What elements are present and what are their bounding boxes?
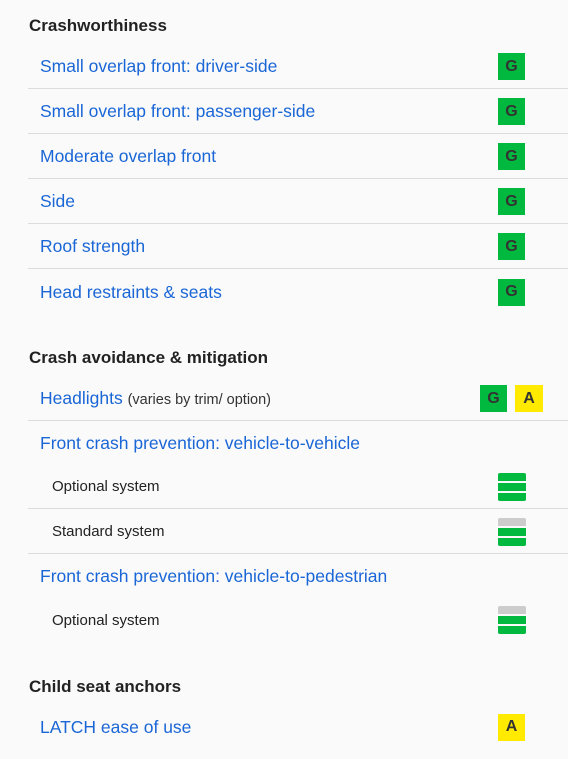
rating-row: Side G — [28, 180, 568, 224]
system-row: Optional system — [28, 465, 568, 509]
rating-row: Small overlap front: passenger-side G — [28, 90, 568, 134]
system-label: Optional system — [52, 478, 160, 495]
system-label: Optional system — [52, 611, 160, 629]
system-row: Optional system — [28, 598, 568, 642]
test-link[interactable]: Roof strength — [40, 236, 498, 257]
system-row: Standard system — [28, 510, 568, 554]
rating-row: Front crash prevention: vehicle-to-vehic… — [28, 421, 568, 465]
section-title: Crashworthiness — [29, 16, 167, 35]
rating-badge: A — [515, 385, 543, 412]
test-link[interactable]: Moderate overlap front — [40, 146, 498, 167]
rating-row: LATCH ease of use A — [28, 705, 568, 749]
section-title: Child seat anchors — [29, 677, 182, 696]
rating-badge: G — [498, 233, 525, 260]
test-link[interactable]: Side — [40, 191, 498, 212]
rating-badge: G — [498, 278, 525, 306]
rating-badge: A — [498, 713, 525, 741]
rating-badge: G — [498, 188, 525, 215]
headlights-note: (varies by trim/ option) — [127, 392, 272, 408]
test-link[interactable]: LATCH ease of use — [40, 717, 498, 738]
test-link[interactable]: Small overlap front: driver-side — [40, 56, 498, 77]
rating-badge: G — [480, 385, 507, 412]
rating-badge: G — [498, 98, 525, 125]
test-link[interactable]: Small overlap front: passenger-side — [40, 101, 498, 122]
rating-row: Head restraints & seats G — [28, 270, 568, 314]
rating-row: Roof strength G — [28, 225, 568, 269]
rating-row: Small overlap front: driver-side G — [28, 45, 568, 89]
rating-bars-icon — [498, 517, 526, 546]
test-link[interactable]: Front crash prevention: vehicle-to-vehic… — [40, 433, 568, 454]
test-link[interactable]: Head restraints & seats — [40, 282, 498, 303]
test-link[interactable]: Front crash prevention: vehicle-to-pedes… — [40, 566, 568, 587]
rating-badge: G — [498, 53, 525, 80]
headlights-link[interactable]: Headlights — [40, 388, 123, 408]
rating-row: Moderate overlap front G — [28, 135, 568, 179]
section-title: Crash avoidance & mitigation — [29, 348, 268, 367]
rating-badge: G — [498, 143, 525, 170]
rating-bars-icon — [498, 472, 526, 501]
rating-row: Front crash prevention: vehicle-to-pedes… — [28, 554, 568, 598]
rating-bars-icon — [498, 606, 526, 634]
rating-row: Headlights (varies by trim/ option) G A — [28, 377, 568, 421]
system-label: Standard system — [52, 523, 165, 540]
